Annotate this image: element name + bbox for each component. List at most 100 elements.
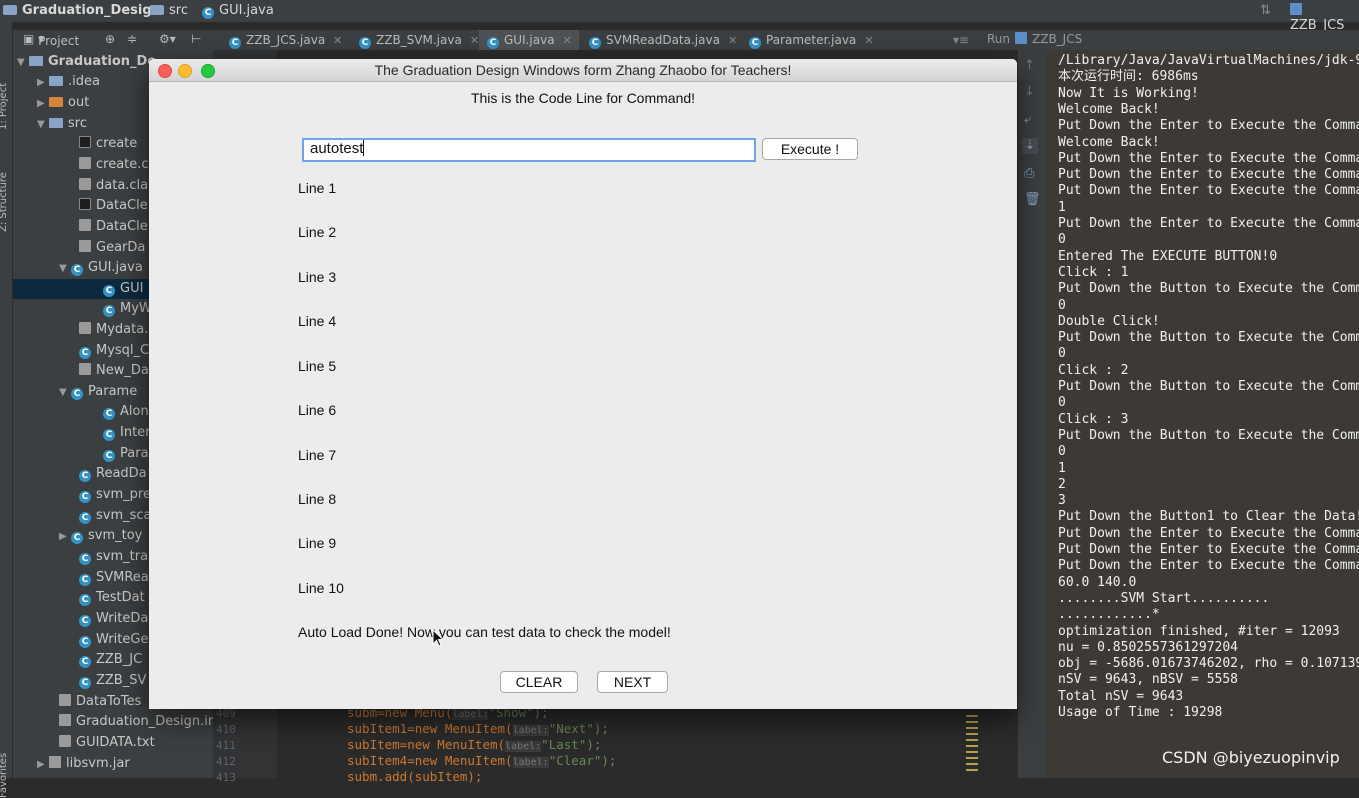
command-input[interactable]: autotest — [302, 138, 756, 162]
tree-node-file[interactable]: Mydata. — [79, 320, 148, 340]
class-icon: C — [103, 285, 115, 297]
tree-node-file[interactable]: Graduation_Design.im — [59, 712, 221, 732]
tree-node-file[interactable]: data.cla — [79, 176, 148, 196]
run-config-tab[interactable]: ZZB_JCS — [1015, 32, 1082, 46]
console-line: Total nSV = 9643 — [1058, 688, 1184, 704]
tree-node-svm-toy[interactable]: ▶ Csvm_toy — [59, 526, 142, 546]
tree-node-class[interactable]: C ZZB_JC — [79, 650, 142, 670]
tree-node-class[interactable]: C Para — [103, 444, 149, 464]
breadcrumb-file[interactable]: C GUI.java — [202, 3, 274, 19]
console-line: Now It is Working! — [1058, 85, 1199, 101]
hide-icon[interactable]: ⊢ — [191, 32, 201, 46]
tab-zzb-svm[interactable]: C ZZB_SVM.java ✕ — [351, 30, 479, 50]
rerun-icon[interactable]: ↑ — [1024, 58, 1035, 73]
tree-node-file[interactable]: New_Da — [79, 361, 149, 381]
tree-node-class[interactable]: C ZZB_SV — [79, 671, 146, 691]
error-stripe[interactable] — [966, 715, 978, 775]
tree-node-file[interactable]: GearDa — [79, 238, 145, 258]
tree-node-parameter[interactable]: ▼ C Parame — [59, 382, 137, 402]
clear-button[interactable]: CLEAR — [500, 671, 578, 693]
tree-node-class[interactable]: Csvm_tra — [79, 547, 148, 567]
command-input-value: autotest — [310, 140, 364, 157]
run-header: Run ZZB_JCS — [981, 30, 1359, 50]
tree-node-class[interactable]: C ReadDa — [79, 464, 147, 484]
tree-node-file[interactable]: create.c — [79, 155, 149, 175]
code-line[interactable]: subItem4=new MenuItem(label:"Clear"); — [347, 753, 616, 768]
expand-arrow-icon[interactable]: ▶ — [37, 94, 49, 113]
tree-node-class[interactable]: C SVMRea — [79, 568, 149, 588]
code-line[interactable]: subItem1=new MenuItem(label:"Next"); — [347, 721, 609, 736]
expand-arrow-icon[interactable]: ▼ — [37, 115, 49, 134]
run-console[interactable]: /Library/Java/JavaVirtualMachines/jdk-9.… — [1046, 50, 1359, 778]
window-titlebar[interactable]: The Graduation Design Windows form Zhang… — [149, 59, 1017, 82]
folder-icon — [150, 5, 164, 15]
tree-node-library[interactable]: ▶ libsvm.jar — [37, 754, 130, 774]
code-line[interactable]: subItem=new MenuItem(label:"Last"); — [347, 737, 601, 752]
tab-zzb-jcs[interactable]: C ZZB_JCS.java ✕ — [221, 30, 342, 50]
jar-icon — [49, 756, 61, 768]
expand-arrow-icon[interactable]: ▶ — [59, 527, 71, 546]
line-number: 410 — [216, 723, 236, 736]
tab-parameter[interactable]: C Parameter.java ✕ — [741, 30, 874, 50]
run-label: Run — [987, 32, 1011, 46]
expand-arrow-icon[interactable]: ▶ — [37, 73, 49, 92]
collapse-icon[interactable]: ≑ — [127, 32, 137, 46]
favorites-tool-tab[interactable]: Favorites — [0, 753, 9, 798]
tree-node-file[interactable]: GUIDATA.txt — [59, 733, 155, 753]
close-icon[interactable]: ✕ — [470, 34, 479, 47]
tree-node-root[interactable]: ▼ Graduation_De — [17, 52, 156, 72]
project-view-selector[interactable]: ▣ Project ▾ — [23, 32, 79, 48]
tab-svm-read-data[interactable]: C SVMReadData.java ✕ — [581, 30, 737, 50]
tree-node-class[interactable]: C TestDat — [79, 588, 145, 608]
close-icon[interactable]: ✕ — [864, 34, 873, 47]
tree-node-gui-java[interactable]: ▼ C GUI.java — [59, 258, 143, 278]
tree-node-class[interactable]: Csvm_sca — [79, 506, 152, 526]
locate-icon[interactable]: ⊕ — [105, 32, 115, 46]
run-config-selector[interactable]: ZZB_JCS — [1290, 3, 1359, 33]
tree-node-file[interactable]: DataToTes — [59, 692, 141, 712]
console-line: Put Down the Enter to Execute the Comman — [1058, 118, 1359, 134]
console-line: Put Down the Button to Execute the Comma — [1058, 379, 1359, 394]
tab-overflow-icon[interactable]: ▾≡ — [945, 30, 969, 50]
tree-node-class[interactable]: Csvm_pre — [79, 485, 151, 505]
console-line: ........SVM Start.......... — [1058, 590, 1270, 606]
project-tool-tab[interactable]: 1: Project — [0, 83, 9, 130]
sort-icon[interactable]: ⇅ — [1260, 3, 1271, 18]
close-icon[interactable]: ✕ — [728, 34, 737, 47]
print-icon[interactable]: ⎙ — [1024, 166, 1034, 181]
tree-node-class[interactable]: C Inter — [103, 423, 151, 443]
gear-icon[interactable]: ⚙▾ — [159, 32, 176, 46]
breadcrumb-folder[interactable]: src — [150, 3, 188, 18]
tree-node-class[interactable]: C WriteDa — [79, 609, 148, 629]
expand-arrow-icon[interactable]: ▼ — [59, 383, 71, 402]
scroll-end-icon[interactable]: ⇣ — [1022, 138, 1038, 154]
tree-node-class[interactable]: C MyW — [103, 299, 152, 319]
tree-node-class[interactable]: C Alon — [103, 402, 149, 422]
tree-node-file[interactable]: create — [79, 134, 137, 154]
execute-button[interactable]: Execute ! — [762, 138, 858, 160]
trash-icon[interactable]: 🗑 — [1024, 192, 1041, 207]
tool-window-strip: 1: Project Z: Structure Favorites — [0, 22, 13, 798]
next-button[interactable]: NEXT — [597, 671, 668, 693]
close-icon[interactable]: ✕ — [563, 34, 572, 47]
tree-node-out[interactable]: ▶ out — [37, 93, 89, 113]
tree-node-src[interactable]: ▼ src — [37, 114, 87, 134]
wrap-icon[interactable]: ⤶ — [1024, 112, 1031, 127]
tree-node-idea[interactable]: ▶ .idea — [37, 72, 100, 92]
breadcrumb-project[interactable]: Graduation_Design — [3, 3, 161, 18]
class-icon: C — [359, 37, 371, 49]
down-icon[interactable]: ↓ — [1024, 84, 1035, 99]
tree-node-file[interactable]: DataCle — [79, 196, 148, 216]
tree-node-class[interactable]: C Mysql_C — [79, 341, 149, 361]
folder-icon — [49, 97, 63, 107]
expand-arrow-icon[interactable]: ▶ — [37, 755, 49, 774]
console-line: nu = 0.8502557361297204 — [1058, 639, 1239, 655]
tab-gui[interactable]: C GUI.java ✕ — [479, 30, 579, 50]
structure-tool-tab[interactable]: Z: Structure — [0, 172, 9, 232]
code-line[interactable]: subm.add(subItem); — [347, 769, 482, 784]
close-icon[interactable]: ✕ — [333, 34, 342, 47]
expand-arrow-icon[interactable]: ▼ — [17, 53, 29, 72]
tree-node-class[interactable]: C WriteGe — [79, 630, 148, 650]
expand-arrow-icon[interactable]: ▼ — [59, 259, 71, 278]
tree-node-file[interactable]: DataCle — [79, 217, 148, 237]
